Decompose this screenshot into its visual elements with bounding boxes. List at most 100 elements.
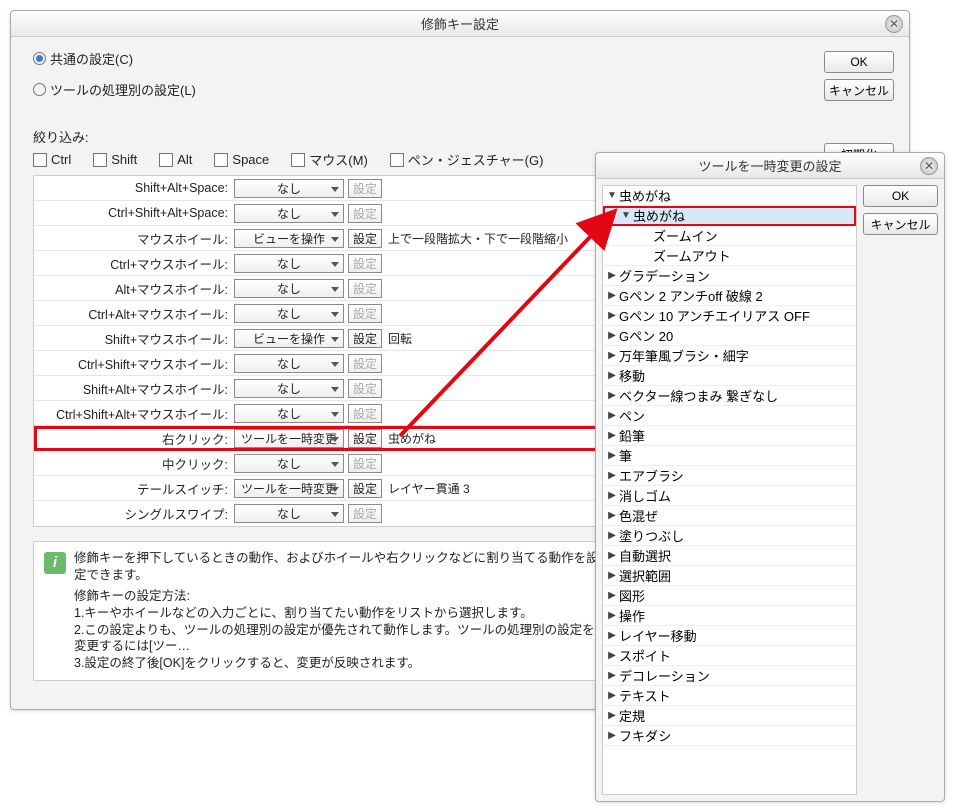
action-dropdown[interactable]: なし [234,254,344,273]
tree-node[interactable]: ▶グラデーション [603,266,856,286]
filter-mouse[interactable]: マウス(M) [291,150,368,169]
tree-node[interactable]: ▶テキスト [603,686,856,706]
filter-gesture[interactable]: ペン・ジェスチャー(G) [390,150,544,169]
tool-tree[interactable]: ▼虫めがね▼虫めがねズームインズームアウト▶グラデーション▶Gペン 2 アンチo… [602,185,857,795]
tree-node[interactable]: ▶操作 [603,606,856,626]
tree-node[interactable]: ▶定規 [603,706,856,726]
shortcut-row: 中クリック:なし設定 [34,451,612,476]
tree-node[interactable]: ▶ペン [603,406,856,426]
cancel-button[interactable]: キャンセル [863,213,938,235]
settings-button: 設定 [348,454,382,473]
chevron-right-icon: ▶ [607,290,617,301]
info-box: i 修飾キーを押下しているときの動作、およびホイールや右クリックなどに割り当てる… [33,541,613,681]
tree-node[interactable]: ズームイン [603,226,856,246]
tree-node[interactable]: ▶消しゴム [603,486,856,506]
tree-node[interactable]: ▶選択範囲 [603,566,856,586]
tree-node-label: テキスト [617,686,671,705]
tree-node[interactable]: ▶自動選択 [603,546,856,566]
tree-node-label: 虫めがね [631,206,685,225]
tree-node[interactable]: ▶万年筆風ブラシ・細字 [603,346,856,366]
tool-title-bar: ツールを一時変更の設定 ✕ [596,153,944,179]
action-dropdown[interactable]: なし [234,379,344,398]
tree-node[interactable]: ▶Gペン 10 アンチエイリアス OFF [603,306,856,326]
close-icon[interactable]: ✕ [920,157,938,175]
tree-node-label: レイヤー移動 [617,626,697,645]
tree-node-label: 鉛筆 [617,426,645,445]
tree-node[interactable]: ▶スポイト [603,646,856,666]
chevron-right-icon: ▶ [607,550,617,561]
tree-node-label: 筆 [617,446,632,465]
filter-alt[interactable]: Alt [159,152,192,167]
tree-node[interactable]: ▶フキダシ [603,726,856,746]
tree-node[interactable]: ▶ベクター線つまみ 繋ぎなし [603,386,856,406]
shortcut-key-label: Shift+Alt+マウスホイール: [34,379,234,398]
tree-node-label: 操作 [617,606,645,625]
radio-pertool-label: ツールの処理別の設定(L) [50,80,196,99]
radio-common-settings[interactable]: 共通の設定(C) [33,49,814,68]
chevron-right-icon: ▶ [607,390,617,401]
tree-node-label: Gペン 10 アンチエイリアス OFF [617,306,810,325]
action-dropdown[interactable]: なし [234,279,344,298]
tree-node[interactable]: ▶図形 [603,586,856,606]
tree-node[interactable]: ▼虫めがね [603,186,856,206]
filter-ctrl[interactable]: Ctrl [33,152,71,167]
tree-node[interactable]: ▶筆 [603,446,856,466]
tree-node[interactable]: ▶Gペン 2 アンチoff 破線 2 [603,286,856,306]
chevron-right-icon: ▶ [607,650,617,661]
modifier-title-bar: 修飾キー設定 ✕ [11,11,909,37]
tree-node[interactable]: ▶レイヤー移動 [603,626,856,646]
chevron-right-icon: ▶ [607,470,617,481]
ok-button[interactable]: OK [824,51,894,73]
filter-space[interactable]: Space [214,152,269,167]
tree-node[interactable]: ▶エアブラシ [603,466,856,486]
chevron-right-icon: ▶ [607,350,617,361]
action-dropdown[interactable]: ビューを操作 [234,329,344,348]
action-dropdown[interactable]: ツールを一時変更 [234,429,344,448]
tree-node[interactable]: ▶塗りつぶし [603,526,856,546]
tree-node-label: 自動選択 [617,546,671,565]
filter-shift[interactable]: Shift [93,152,137,167]
tree-node[interactable]: ▼虫めがね [603,206,856,226]
cancel-button[interactable]: キャンセル [824,79,894,101]
tree-node[interactable]: ズームアウト [603,246,856,266]
action-dropdown[interactable]: ビューを操作 [234,229,344,248]
action-dropdown[interactable]: なし [234,404,344,423]
action-dropdown[interactable]: なし [234,204,344,223]
chevron-right-icon: ▶ [607,450,617,461]
shortcut-row: 右クリック:ツールを一時変更設定虫めがね [34,426,612,451]
radio-pertool-settings[interactable]: ツールの処理別の設定(L) [33,80,814,99]
shortcut-extra-label: 虫めがね [388,430,436,447]
action-dropdown[interactable]: なし [234,304,344,323]
action-dropdown[interactable]: なし [234,454,344,473]
settings-button[interactable]: 設定 [348,479,382,498]
info-icon: i [44,552,66,574]
shortcut-key-label: シングルスワイプ: [34,504,234,523]
action-dropdown[interactable]: なし [234,354,344,373]
settings-button: 設定 [348,254,382,273]
tree-node[interactable]: ▶デコレーション [603,666,856,686]
chevron-right-icon: ▶ [607,370,617,381]
tool-button-column: OK キャンセル [863,185,938,795]
action-dropdown[interactable]: なし [234,504,344,523]
shortcut-row: Ctrl+マウスホイール:なし設定 [34,251,612,276]
settings-button[interactable]: 設定 [348,329,382,348]
tree-node[interactable]: ▶Gペン 20 [603,326,856,346]
close-icon[interactable]: ✕ [885,15,903,33]
chevron-right-icon: ▶ [607,310,617,321]
ok-button[interactable]: OK [863,185,938,207]
tree-node[interactable]: ▶鉛筆 [603,426,856,446]
tree-node[interactable]: ▶移動 [603,366,856,386]
chevron-right-icon: ▶ [607,610,617,621]
tree-node-label: ズームアウト [651,246,731,265]
chevron-right-icon: ▶ [607,430,617,441]
radio-dot-icon [33,83,46,96]
action-dropdown[interactable]: なし [234,179,344,198]
action-dropdown[interactable]: ツールを一時変更 [234,479,344,498]
shortcut-rows: Shift+Alt+Space:なし設定Ctrl+Shift+Alt+Space… [33,175,613,527]
settings-button[interactable]: 設定 [348,429,382,448]
tree-node[interactable]: ▶色混ぜ [603,506,856,526]
settings-button[interactable]: 設定 [348,229,382,248]
tree-node-label: デコレーション [617,666,710,685]
tree-node-label: ペン [617,406,645,425]
shortcut-key-label: Ctrl+Shift+Alt+Space: [34,206,234,220]
